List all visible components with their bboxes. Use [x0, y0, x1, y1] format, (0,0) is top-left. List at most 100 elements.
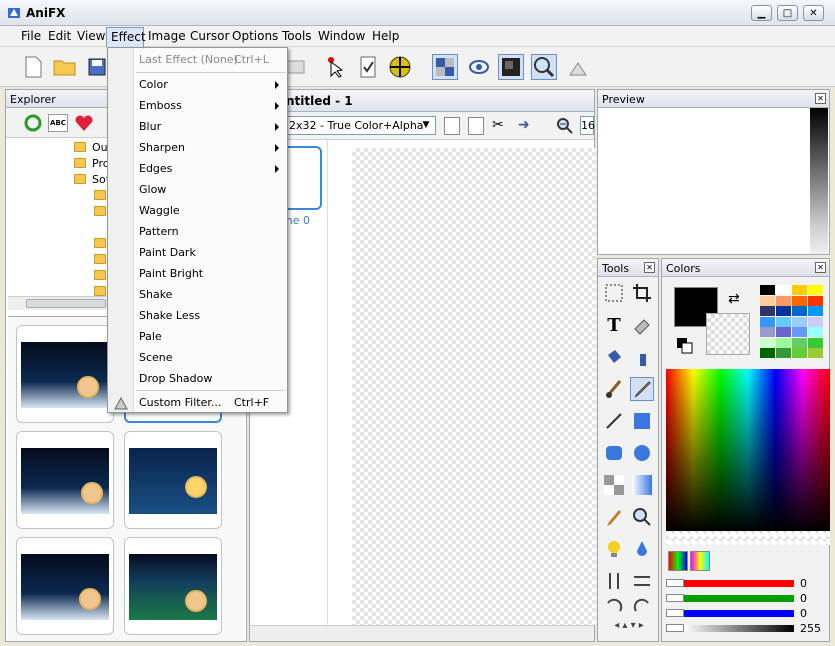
spray-icon[interactable] [630, 345, 654, 369]
background-toggle-icon[interactable] [498, 54, 524, 80]
add-frame-icon[interactable] [444, 117, 460, 135]
rgb-mode-icon[interactable] [668, 551, 688, 571]
menu-item-shake[interactable]: Shake [139, 288, 172, 301]
rect-select-icon[interactable] [602, 281, 626, 305]
menu-item-emboss[interactable]: Emboss [139, 99, 182, 112]
palette-swatch[interactable] [792, 285, 807, 295]
menu-item-shake-less[interactable]: Shake Less [139, 309, 200, 322]
palette-swatch[interactable] [808, 295, 823, 306]
rounded-rect-icon[interactable] [602, 441, 626, 465]
animation-preview-icon[interactable] [466, 54, 492, 80]
menu-item-last-effect[interactable]: Last Effect (None) [139, 53, 238, 66]
green-slider[interactable] [684, 595, 794, 602]
format-select[interactable]: 2x32 - True Color+Alpha ▼ [286, 116, 436, 135]
gradient-icon[interactable] [630, 473, 654, 497]
magnifier-icon[interactable] [630, 505, 654, 529]
palette-swatch[interactable] [760, 316, 775, 327]
transparency-view-icon[interactable] [432, 54, 458, 80]
color-palette[interactable] [760, 285, 824, 359]
palette-swatch[interactable] [776, 337, 791, 348]
menu-item-color[interactable]: Color [139, 78, 168, 91]
duplicate-frame-icon[interactable] [468, 117, 484, 135]
flip-vertical-icon[interactable] [602, 569, 626, 593]
open-folder-icon[interactable] [52, 54, 78, 80]
tree-item[interactable]: Ou [92, 141, 108, 154]
menu-item-edges[interactable]: Edges [139, 162, 172, 175]
palette-swatch[interactable] [792, 295, 807, 306]
color-spectrum[interactable] [666, 369, 830, 531]
menu-window[interactable]: Window [318, 29, 365, 43]
palette-swatch[interactable] [792, 348, 807, 358]
palette-swatch[interactable] [776, 295, 791, 306]
check-document-icon[interactable] [355, 54, 381, 80]
menu-cursor[interactable]: Cursor [190, 29, 229, 43]
rotate-left-icon[interactable] [602, 593, 626, 617]
ellipse-icon[interactable] [630, 441, 654, 465]
menu-item-custom-filter[interactable]: Custom Filter... [139, 396, 221, 409]
menu-view[interactable]: View [77, 29, 105, 43]
blue-slider[interactable] [684, 610, 794, 617]
palette-swatch[interactable] [760, 295, 775, 306]
thumbnail[interactable] [16, 537, 114, 635]
abc-view-icon[interactable]: ABC [48, 114, 68, 132]
refresh-icon[interactable] [24, 114, 42, 132]
palette-swatch[interactable] [760, 348, 775, 358]
zoom-out-icon[interactable] [556, 117, 574, 135]
cut-icon[interactable]: ✂ [492, 117, 510, 135]
close-button[interactable]: ✕ [803, 5, 824, 21]
palette-swatch[interactable] [776, 306, 791, 316]
menu-help[interactable]: Help [372, 29, 399, 43]
red-slider[interactable] [684, 580, 794, 587]
palette-swatch[interactable] [792, 316, 807, 327]
menu-item-pale[interactable]: Pale [139, 330, 162, 343]
document-scrollbar[interactable] [250, 625, 594, 641]
eraser-icon[interactable] [630, 313, 654, 337]
palette-swatch[interactable] [792, 337, 807, 348]
menu-item-pattern[interactable]: Pattern [139, 225, 179, 238]
scrollbar-thumb[interactable] [26, 299, 106, 308]
palette-swatch[interactable] [792, 327, 807, 337]
menu-item-blur[interactable]: Blur [139, 120, 161, 133]
new-file-icon[interactable] [20, 54, 46, 80]
brush-icon[interactable] [602, 377, 626, 401]
thumbnail[interactable] [16, 431, 114, 529]
menu-item-paint-bright[interactable]: Paint Bright [139, 267, 203, 280]
text-tool-icon[interactable]: T [602, 313, 626, 337]
transparent-strip[interactable] [666, 531, 830, 545]
palette-swatch[interactable] [776, 316, 791, 327]
palette-swatch[interactable] [760, 337, 775, 348]
palette-swatch[interactable] [760, 327, 775, 337]
checker-pattern-icon[interactable] [602, 473, 626, 497]
menu-item-drop-shadow[interactable]: Drop Shadow [139, 372, 212, 385]
minimize-button[interactable]: ▁ [751, 5, 772, 21]
pencil-icon[interactable] [630, 377, 654, 401]
hotspot-icon[interactable] [387, 54, 413, 80]
zoom-level-field[interactable]: 16 [580, 116, 595, 135]
palette-swatch[interactable] [808, 316, 823, 327]
nudge-arrows-icon[interactable]: ◂ ▴ ▾ ▸ [600, 617, 658, 633]
reset-colors-icon[interactable] [676, 337, 694, 355]
drawing-canvas[interactable] [352, 148, 596, 625]
palette-swatch[interactable] [808, 327, 823, 337]
secondary-color-box[interactable] [706, 313, 750, 355]
hsl-mode-icon[interactable] [690, 551, 710, 571]
fill-bucket-icon[interactable] [602, 345, 626, 369]
import-icon[interactable]: ➜ [518, 117, 536, 135]
palette-swatch[interactable] [808, 337, 823, 348]
thumbnail[interactable] [16, 325, 114, 423]
palette-swatch[interactable] [808, 348, 823, 358]
close-icon[interactable]: ✕ [815, 93, 826, 104]
menu-file[interactable]: File [21, 29, 41, 43]
alpha-slider[interactable] [684, 625, 794, 632]
palette-swatch[interactable] [808, 306, 823, 316]
menu-options[interactable]: Options [232, 29, 278, 43]
menu-effect[interactable]: Effect [106, 27, 146, 48]
menu-item-sharpen[interactable]: Sharpen [139, 141, 185, 154]
menu-item-waggle[interactable]: Waggle [139, 204, 180, 217]
palette-swatch[interactable] [776, 285, 791, 295]
palette-swatch[interactable] [760, 285, 775, 295]
thumbnail[interactable] [124, 431, 222, 529]
menu-item-scene[interactable]: Scene [139, 351, 173, 364]
bulb-icon[interactable] [602, 537, 626, 561]
rotate-right-icon[interactable] [630, 593, 654, 617]
